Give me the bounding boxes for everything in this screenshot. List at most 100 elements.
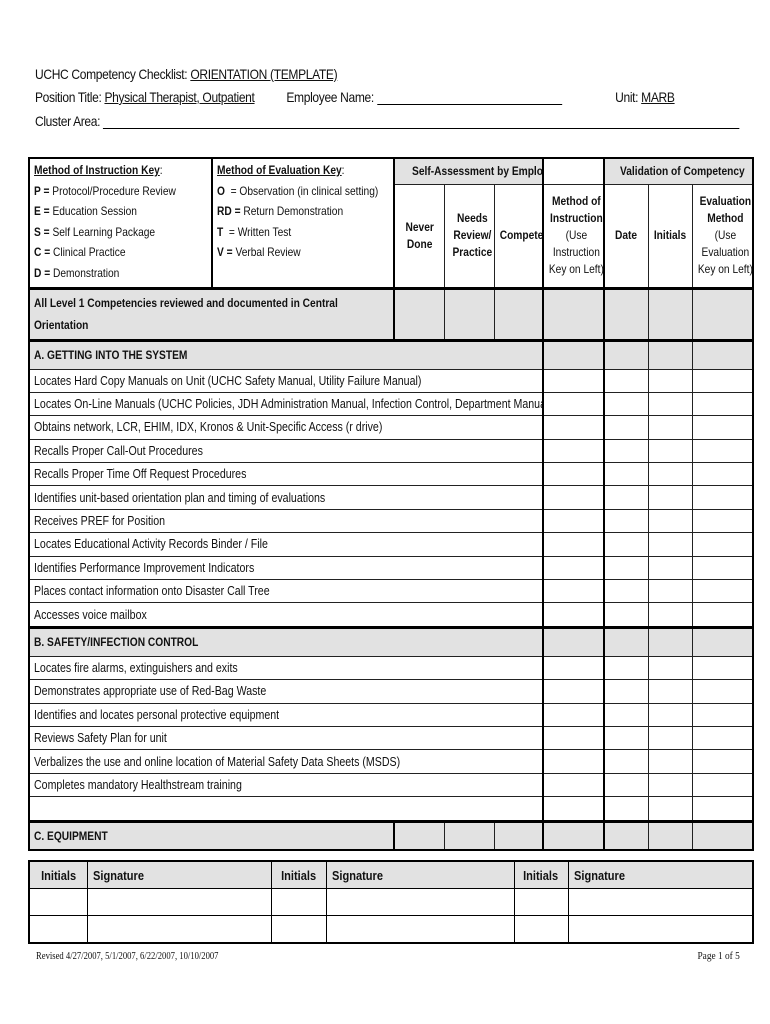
initials-cell[interactable] — [647, 338, 693, 370]
initials-cell[interactable] — [647, 438, 693, 464]
initials-cell[interactable] — [647, 602, 693, 628]
initials-cell[interactable] — [647, 655, 693, 681]
evaluation-method-cell[interactable] — [691, 725, 754, 751]
method-instruction-cell[interactable] — [542, 508, 605, 534]
needs-review-cell[interactable] — [443, 286, 495, 341]
initials-field[interactable] — [28, 915, 88, 944]
evaluation-method-cell[interactable] — [691, 655, 754, 681]
evaluation-method-cell[interactable] — [691, 602, 754, 628]
method-instruction-cell[interactable] — [542, 579, 605, 604]
method-instruction-cell[interactable] — [542, 338, 605, 370]
date-cell[interactable] — [603, 555, 649, 581]
competent-cell[interactable] — [493, 819, 544, 851]
evaluation-method-cell[interactable] — [691, 286, 754, 341]
method-instruction-cell[interactable] — [542, 438, 605, 464]
date-cell[interactable] — [603, 532, 649, 557]
date-cell[interactable] — [603, 702, 649, 727]
method-instruction-cell[interactable] — [542, 286, 605, 341]
signature-field[interactable] — [325, 915, 515, 944]
evaluation-method-cell[interactable] — [691, 555, 754, 581]
method-instruction-cell[interactable] — [542, 796, 605, 822]
evaluation-method-cell[interactable] — [691, 819, 754, 851]
method-instruction-cell[interactable] — [542, 625, 605, 657]
method-instruction-cell[interactable] — [542, 655, 605, 681]
evaluation-method-cell[interactable] — [691, 438, 754, 464]
method-instruction-cell[interactable] — [542, 679, 605, 704]
evaluation-method-cell[interactable] — [691, 579, 754, 604]
date-cell[interactable] — [603, 338, 649, 370]
initials-cell[interactable] — [647, 819, 693, 851]
date-cell[interactable] — [603, 796, 649, 822]
initials-cell[interactable] — [647, 532, 693, 557]
method-instruction-cell[interactable] — [542, 462, 605, 487]
date-cell[interactable] — [603, 579, 649, 604]
date-cell[interactable] — [603, 602, 649, 628]
evaluation-method-cell[interactable] — [691, 368, 754, 393]
evaluation-method-cell[interactable] — [691, 415, 754, 440]
date-cell[interactable] — [603, 415, 649, 440]
date-cell[interactable] — [603, 462, 649, 487]
method-instruction-cell[interactable] — [542, 819, 605, 851]
evaluation-method-cell[interactable] — [691, 338, 754, 370]
method-instruction-cell[interactable] — [542, 725, 605, 751]
initials-cell[interactable] — [647, 702, 693, 727]
evaluation-method-cell[interactable] — [691, 749, 754, 774]
date-cell[interactable] — [603, 508, 649, 534]
initials-cell[interactable] — [647, 772, 693, 798]
initials-cell[interactable] — [647, 625, 693, 657]
initials-cell[interactable] — [647, 555, 693, 581]
evaluation-method-cell[interactable] — [691, 485, 754, 510]
initials-cell[interactable] — [647, 508, 693, 534]
date-cell[interactable] — [603, 772, 649, 798]
method-instruction-cell[interactable] — [542, 532, 605, 557]
method-instruction-cell[interactable] — [542, 485, 605, 510]
date-cell[interactable] — [603, 749, 649, 774]
date-cell[interactable] — [603, 286, 649, 341]
initials-cell[interactable] — [647, 725, 693, 751]
method-instruction-cell[interactable] — [542, 772, 605, 798]
never-done-cell[interactable] — [393, 819, 445, 851]
signature-field[interactable] — [567, 915, 754, 944]
method-instruction-cell[interactable] — [542, 368, 605, 393]
initials-field[interactable] — [513, 915, 569, 944]
method-instruction-cell[interactable] — [542, 555, 605, 581]
method-instruction-cell[interactable] — [542, 415, 605, 440]
date-cell[interactable] — [603, 725, 649, 751]
initials-cell[interactable] — [647, 485, 693, 510]
never-done-cell[interactable] — [393, 286, 445, 341]
initials-cell[interactable] — [647, 368, 693, 393]
evaluation-method-cell[interactable] — [691, 679, 754, 704]
initials-cell[interactable] — [647, 679, 693, 704]
method-instruction-cell[interactable] — [542, 391, 605, 417]
date-cell[interactable] — [603, 819, 649, 851]
initials-cell[interactable] — [647, 415, 693, 440]
initials-cell[interactable] — [647, 796, 693, 822]
initials-field[interactable] — [270, 915, 327, 944]
evaluation-method-cell[interactable] — [691, 508, 754, 534]
initials-field[interactable] — [513, 888, 569, 916]
initials-cell[interactable] — [647, 462, 693, 487]
cluster-area-field[interactable] — [103, 114, 740, 129]
evaluation-method-cell[interactable] — [691, 702, 754, 727]
method-instruction-cell[interactable] — [542, 749, 605, 774]
evaluation-method-cell[interactable] — [691, 772, 754, 798]
employee-name-field[interactable] — [376, 90, 562, 105]
evaluation-method-cell[interactable] — [691, 532, 754, 557]
signature-field[interactable] — [567, 888, 754, 916]
initials-cell[interactable] — [647, 579, 693, 604]
competent-cell[interactable] — [493, 286, 544, 341]
date-cell[interactable] — [603, 655, 649, 681]
initials-field[interactable] — [270, 888, 327, 916]
date-cell[interactable] — [603, 679, 649, 704]
method-instruction-cell[interactable] — [542, 702, 605, 727]
evaluation-method-cell[interactable] — [691, 625, 754, 657]
date-cell[interactable] — [603, 438, 649, 464]
date-cell[interactable] — [603, 368, 649, 393]
evaluation-method-cell[interactable] — [691, 462, 754, 487]
method-instruction-cell[interactable] — [542, 602, 605, 628]
signature-field[interactable] — [325, 888, 515, 916]
needs-review-cell[interactable] — [443, 819, 495, 851]
initials-cell[interactable] — [647, 286, 693, 341]
date-cell[interactable] — [603, 485, 649, 510]
signature-field[interactable] — [86, 888, 272, 916]
